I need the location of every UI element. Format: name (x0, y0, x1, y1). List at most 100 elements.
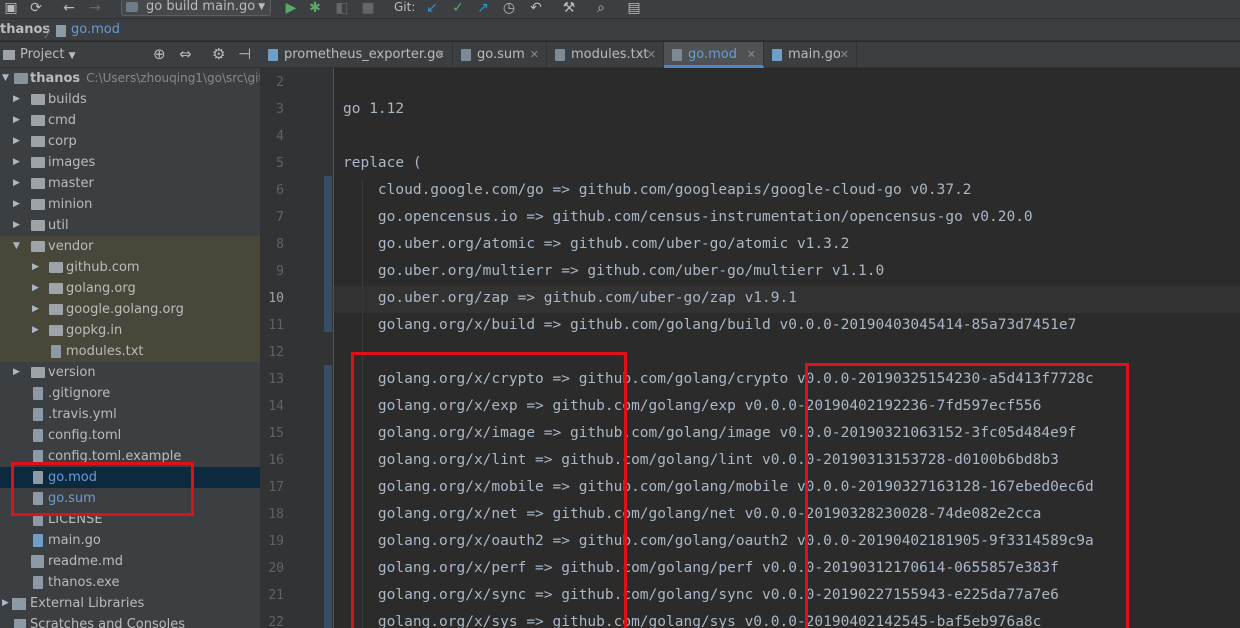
git-push-icon[interactable]: ↗ (474, 0, 492, 19)
code-line[interactable]: go.opencensus.io => github.com/census-in… (343, 204, 1033, 231)
collapsed-arrow-icon[interactable]: ▶ (32, 299, 42, 320)
tree-item-go-mod[interactable]: go.mod (0, 467, 260, 488)
tree-item-go-sum[interactable]: go.sum (0, 488, 260, 509)
close-icon[interactable]: ✕ (840, 42, 849, 68)
save-all-icon[interactable]: ▣ (2, 0, 20, 19)
tree-item-images[interactable]: ▶ images (0, 152, 260, 173)
tree-item-cmd[interactable]: ▶ cmd (0, 110, 260, 131)
locate-icon[interactable]: ⊕ (153, 45, 166, 63)
tree-item-builds[interactable]: ▶ builds (0, 89, 260, 110)
tree-item-config-toml-example[interactable]: config.toml.example (0, 446, 260, 467)
synchronize-icon[interactable]: ⟳ (27, 0, 45, 19)
tree-item-util[interactable]: ▶ util (0, 215, 260, 236)
expand-arrow-icon[interactable]: ▼ (13, 236, 23, 257)
tree-item-config-toml[interactable]: config.toml (0, 425, 260, 446)
collapsed-arrow-icon[interactable]: ▶ (13, 131, 23, 152)
code-line[interactable]: golang.org/x/oauth2 => github.com/golang… (343, 528, 1094, 555)
code-line[interactable]: replace ( (343, 150, 422, 177)
collapsed-arrow-icon[interactable]: ▶ (13, 110, 23, 131)
gear-icon[interactable]: ⚙ (212, 45, 225, 63)
collapsed-arrow-icon[interactable]: ▶ (13, 194, 23, 215)
tab-prometheus-exporter-go[interactable]: prometheus_exporter.go ✕ (260, 42, 453, 68)
tree-item-external-libraries[interactable]: ▶ External Libraries (0, 593, 260, 614)
hide-panel-icon[interactable]: ⊣ (238, 45, 251, 63)
code-line[interactable]: golang.org/x/exp => github.com/golang/ex… (343, 393, 1041, 420)
tree-item-corp[interactable]: ▶ corp (0, 131, 260, 152)
tree-item-gitignore[interactable]: .gitignore (0, 383, 260, 404)
code-line[interactable]: go.uber.org/zap => github.com/uber-go/za… (343, 285, 797, 312)
code-line[interactable]: golang.org/x/net => github.com/golang/ne… (343, 501, 1041, 528)
tree-item-google-golang-org[interactable]: ▶ google.golang.org (0, 299, 260, 320)
code-line[interactable]: go.uber.org/atomic => github.com/uber-go… (343, 231, 849, 258)
run-icon[interactable]: ▶ (282, 0, 300, 19)
code-line[interactable]: golang.org/x/crypto => github.com/golang… (343, 366, 1094, 393)
close-icon[interactable]: ✕ (647, 42, 656, 68)
code-line[interactable]: golang.org/x/sync => github.com/golang/s… (343, 582, 1059, 609)
forward-icon[interactable]: → (86, 0, 104, 19)
stop-icon[interactable]: ■ (359, 0, 377, 19)
collapsed-arrow-icon[interactable]: ▶ (13, 215, 23, 236)
tree-item-label: External Libraries (30, 596, 145, 611)
project-tree: ▼ thanos C:\Users\zhouqing1\go\src\gith ▶… (0, 68, 260, 628)
code-line[interactable]: golang.org/x/build => github.com/golang/… (343, 312, 1076, 339)
close-icon[interactable]: ✕ (436, 42, 445, 68)
code-line[interactable]: golang.org/x/perf => github.com/golang/p… (343, 555, 1059, 582)
tab-go-mod[interactable]: go.mod ✕ (664, 42, 764, 68)
back-icon[interactable]: ← (60, 0, 78, 19)
code-line[interactable]: cloud.google.com/go => github.com/google… (343, 177, 972, 204)
close-icon[interactable]: ✕ (530, 42, 539, 68)
tree-item-scratches-and-consoles[interactable]: Scratches and Consoles (0, 614, 260, 628)
tree-root-thanos[interactable]: ▼ thanos C:\Users\zhouqing1\go\src\gith (0, 68, 260, 89)
breadcrumb-file[interactable]: go.mod (71, 22, 120, 37)
tree-item-master[interactable]: ▶ master (0, 173, 260, 194)
tree-item-main-go[interactable]: main.go (0, 530, 260, 551)
code-line[interactable]: go.uber.org/multierr => github.com/uber-… (343, 258, 884, 285)
project-view-select[interactable]: Project ▼ (20, 47, 76, 62)
code-line[interactable]: golang.org/x/image => github.com/golang/… (343, 420, 1076, 447)
tab-main-go[interactable]: main.go ✕ (764, 42, 857, 68)
breadcrumb-project[interactable]: thanos (0, 22, 50, 37)
rollback-icon[interactable]: ↶ (527, 0, 545, 19)
tree-item-thanos-exe[interactable]: thanos.exe (0, 572, 260, 593)
wrench-icon[interactable]: ⚒ (560, 0, 578, 19)
tree-item-readme-md[interactable]: readme.md (0, 551, 260, 572)
tree-item-golang-org[interactable]: ▶ golang.org (0, 278, 260, 299)
tree-item-minion[interactable]: ▶ minion (0, 194, 260, 215)
vcs-change-marker[interactable] (324, 176, 332, 332)
collapsed-arrow-icon[interactable]: ▶ (13, 173, 23, 194)
collapse-all-icon[interactable]: ⇔ (179, 45, 192, 63)
coverage-icon[interactable]: ◧ (333, 0, 351, 19)
vcs-change-marker[interactable] (324, 365, 332, 628)
code-line[interactable]: golang.org/x/sys => github.com/golang/sy… (343, 609, 1041, 628)
git-commit-icon[interactable]: ✓ (449, 0, 467, 19)
code-line[interactable]: golang.org/x/mobile => github.com/golang… (343, 474, 1094, 501)
git-update-icon[interactable]: ↙ (423, 0, 441, 19)
collapsed-arrow-icon[interactable]: ▶ (32, 320, 42, 341)
search-icon[interactable]: ⌕ (592, 0, 610, 19)
debug-icon[interactable]: ✱ (306, 0, 324, 19)
tree-item-version[interactable]: ▶ version (0, 362, 260, 383)
tree-item-github-com[interactable]: ▶ github.com (0, 257, 260, 278)
history-icon[interactable]: ◷ (500, 0, 518, 19)
collapsed-arrow-icon[interactable]: ▶ (13, 152, 23, 173)
collapsed-arrow-icon[interactable]: ▶ (32, 278, 42, 299)
tab-modules-txt[interactable]: modules.txt ✕ (547, 42, 664, 68)
line-number: 5 (276, 156, 284, 171)
project-structure-icon[interactable]: ▤ (625, 0, 643, 19)
close-icon[interactable]: ✕ (747, 42, 756, 68)
tree-item-gopkg-in[interactable]: ▶ gopkg.in (0, 320, 260, 341)
run-configuration-select[interactable]: go build main.go ▼ (121, 0, 271, 16)
editor-tabs: prometheus_exporter.go ✕ go.sum ✕ modules.… (260, 42, 1240, 68)
tree-item-vendor[interactable]: ▼ vendor (0, 236, 260, 257)
collapsed-arrow-icon[interactable]: ▶ (2, 593, 12, 614)
collapsed-arrow-icon[interactable]: ▶ (13, 362, 23, 383)
tree-item-license[interactable]: LICENSE (0, 509, 260, 530)
code-line[interactable]: golang.org/x/lint => github.com/golang/l… (343, 447, 1059, 474)
expand-arrow-icon[interactable]: ▼ (2, 68, 12, 89)
tree-item-modules-txt[interactable]: modules.txt (0, 341, 260, 362)
tab-go-sum[interactable]: go.sum ✕ (453, 42, 547, 68)
collapsed-arrow-icon[interactable]: ▶ (13, 89, 23, 110)
code-line[interactable]: go 1.12 (343, 96, 404, 123)
collapsed-arrow-icon[interactable]: ▶ (32, 257, 42, 278)
tree-item-travis-yml[interactable]: .travis.yml (0, 404, 260, 425)
